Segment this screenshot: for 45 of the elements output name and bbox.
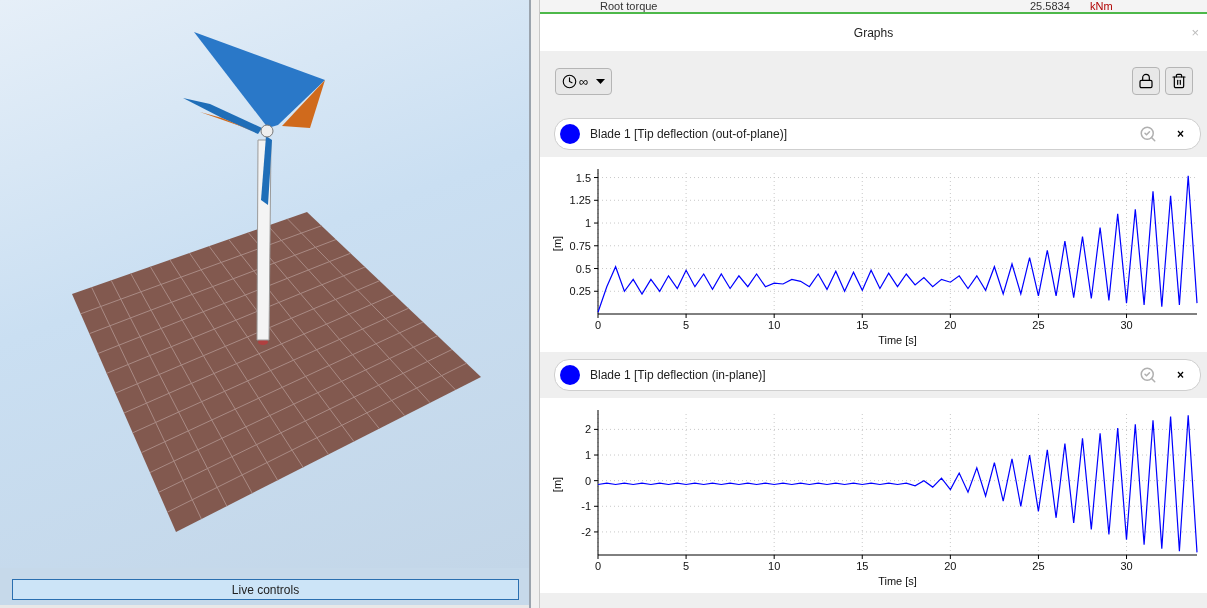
x-tick-label: 30 <box>1120 319 1133 331</box>
table-cell-text: 25.5834 <box>1030 0 1071 12</box>
x-tick-label: 5 <box>683 319 690 331</box>
y-tick-label: 0.5 <box>575 262 591 275</box>
x-tick-label: 10 <box>768 560 781 572</box>
y-tick-label: 1.5 <box>575 171 591 184</box>
table-cell-text: kNm <box>1090 0 1114 12</box>
lock-icon <box>1138 73 1154 89</box>
y-tick-label: 1 <box>584 449 591 461</box>
y-tick-label: 0.75 <box>569 239 591 252</box>
clock-icon <box>562 73 577 89</box>
x-tick-label: 25 <box>1032 560 1045 572</box>
x-tick-label: 15 <box>856 560 869 572</box>
x-tick-label: 0 <box>594 560 602 572</box>
x-axis-label: Time [s] <box>878 575 917 587</box>
live-controls-button[interactable]: Live controls <box>12 579 519 600</box>
trash-icon <box>1171 73 1187 89</box>
x-tick-label: 25 <box>1032 319 1045 331</box>
x-tick-label: 20 <box>944 560 957 572</box>
y-axis-label: [m] <box>551 235 563 252</box>
x-tick-label: 0 <box>594 319 602 331</box>
remove-series-button[interactable]: × <box>1175 368 1186 382</box>
series-label: Blade 1 [Tip deflection (out-of-plane)] <box>590 127 788 141</box>
y-tick-label: 2 <box>584 423 591 436</box>
lock-button[interactable] <box>1132 67 1160 95</box>
x-tick-label: 5 <box>683 560 690 572</box>
panel-title: Graphs <box>853 25 894 40</box>
y-tick-label: 1.25 <box>569 194 591 207</box>
series-label: Blade 1 [Tip deflection (in-plane)] <box>590 368 767 382</box>
y-tick-label: 1 <box>584 217 591 230</box>
y-tick-label: 0.25 <box>569 285 591 298</box>
delete-button[interactable] <box>1165 67 1193 95</box>
x-tick-label: 10 <box>768 319 781 331</box>
x-axis-label: Time [s] <box>878 334 917 346</box>
y-tick-label: 0 <box>584 474 591 487</box>
table-cell-text: Root torque <box>600 0 659 12</box>
y-tick-label: -1 <box>581 500 591 513</box>
x-tick-label: 20 <box>944 319 957 331</box>
x-tick-label: 15 <box>856 319 869 331</box>
y-axis-label: [m] <box>551 476 563 493</box>
caret-icon <box>596 78 606 84</box>
y-tick-label: -2 <box>581 525 591 538</box>
x-tick-label: 30 <box>1120 560 1133 572</box>
time-window-dropdown[interactable]: ∞ <box>555 67 613 95</box>
remove-series-button[interactable]: × <box>1175 127 1186 141</box>
